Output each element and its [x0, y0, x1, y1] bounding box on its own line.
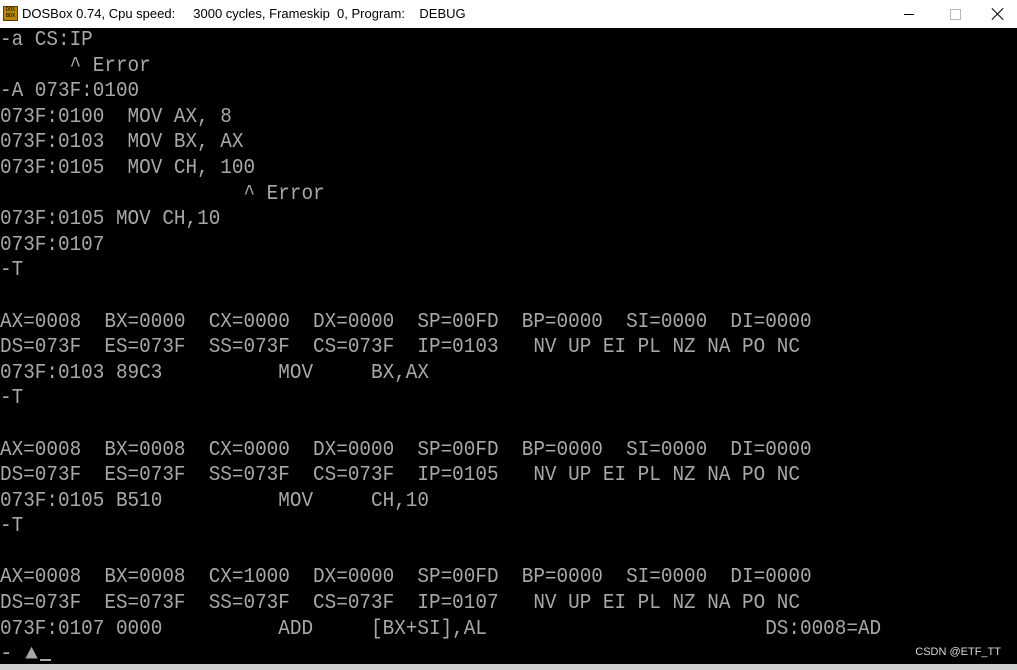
command-prompt[interactable]: - ▲: [0, 642, 1017, 664]
terminal-line: ^ Error: [0, 182, 325, 206]
terminal-line: DS=073F ES=073F SS=073F CS=073F IP=0107 …: [0, 592, 800, 616]
window-title: DOSBox 0.74, Cpu speed: 3000 cycles, Fra…: [22, 6, 466, 21]
terminal-line: 073F:0107 0000 ADD [BX+SI],AL DS:0008=AD: [0, 617, 882, 641]
terminal-line: AX=0008 BX=0008 CX=1000 DX=0000 SP=00FD …: [0, 566, 812, 590]
terminal-line: 073F:0105 MOV CH, 100: [0, 156, 256, 180]
close-button[interactable]: [975, 0, 1017, 28]
dos-terminal[interactable]: -a CS:IP ^ Error -A 073F:0100 073F:0100 …: [0, 28, 1017, 664]
window-bottom-edge: [0, 664, 1017, 670]
terminal-line: 073F:0105 B510 MOV CH,10: [0, 489, 429, 513]
terminal-line: AX=0008 BX=0000 CX=0000 DX=0000 SP=00FD …: [0, 310, 812, 334]
terminal-line: -A 073F:0100: [0, 80, 140, 104]
minimize-icon: [904, 13, 914, 15]
minimize-button[interactable]: [886, 0, 932, 28]
terminal-line: 073F:0103 MOV BX, AX: [0, 131, 244, 155]
terminal-line: -T: [0, 515, 24, 539]
terminal-line: 073F:0100 MOV AX, 8: [0, 105, 232, 129]
dosbox-app-icon[interactable]: DOS BOX: [3, 6, 18, 21]
terminal-line: -a CS:IP: [0, 29, 93, 52]
terminal-line: 073F:0107: [0, 233, 105, 257]
text-cursor: [39, 659, 51, 662]
dosbox-window: DOS BOX DOSBox 0.74, Cpu speed: 3000 cyc…: [0, 0, 1017, 670]
watermark: CSDN @ETF_TT: [915, 646, 1001, 658]
maximize-icon: [949, 8, 961, 20]
terminal-line: ^ Error: [0, 54, 151, 78]
title-bar[interactable]: DOS BOX DOSBox 0.74, Cpu speed: 3000 cyc…: [0, 0, 1017, 28]
prompt-text: - ▲: [0, 643, 38, 664]
terminal-line: DS=073F ES=073F SS=073F CS=073F IP=0103 …: [0, 336, 800, 360]
terminal-line: -T: [0, 259, 24, 283]
terminal-line: 073F:0105 MOV CH,10: [0, 208, 221, 232]
terminal-line: AX=0008 BX=0008 CX=0000 DX=0000 SP=00FD …: [0, 438, 812, 462]
terminal-line: 073F:0103 89C3 MOV BX,AX: [0, 361, 429, 385]
terminal-line: -T: [0, 387, 24, 411]
maximize-button[interactable]: [932, 0, 978, 28]
close-icon: [992, 8, 1004, 20]
terminal-line: DS=073F ES=073F SS=073F CS=073F IP=0105 …: [0, 464, 800, 488]
